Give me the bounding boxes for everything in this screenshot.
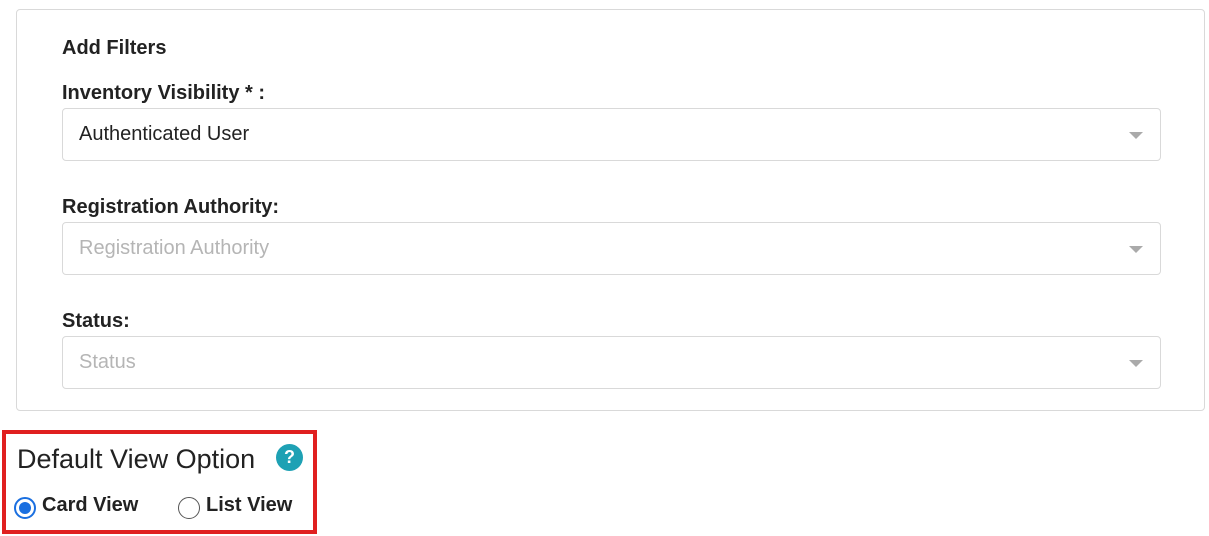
registration-authority-select[interactable]: Registration Authority (62, 222, 1161, 275)
default-view-option-title: Default View Option (17, 444, 256, 474)
radio-unchecked-icon[interactable] (178, 497, 200, 519)
help-icon[interactable]: ? (276, 444, 303, 471)
default-view-option-section: Default View Option ? Card View List Vie… (2, 430, 317, 534)
inventory-visibility-value: Authenticated User (79, 123, 250, 145)
card-view-label[interactable]: Card View (42, 494, 138, 517)
status-select[interactable]: Status (62, 336, 1161, 389)
list-view-label[interactable]: List View (206, 494, 292, 517)
registration-authority-placeholder: Registration Authority (79, 237, 270, 259)
chevron-down-icon (1129, 132, 1143, 139)
radio-checked-icon[interactable] (14, 497, 36, 519)
inventory-visibility-select[interactable]: Authenticated User (62, 108, 1161, 161)
add-filters-heading: Add Filters (62, 37, 167, 59)
filters-panel: Add Filters Inventory Visibility * : Aut… (16, 9, 1205, 411)
status-label: Status: (62, 310, 130, 332)
inventory-visibility-label: Inventory Visibility * : (62, 82, 266, 104)
registration-authority-label: Registration Authority: (62, 196, 280, 218)
chevron-down-icon (1129, 360, 1143, 367)
chevron-down-icon (1129, 246, 1143, 253)
status-placeholder: Status (79, 351, 136, 373)
